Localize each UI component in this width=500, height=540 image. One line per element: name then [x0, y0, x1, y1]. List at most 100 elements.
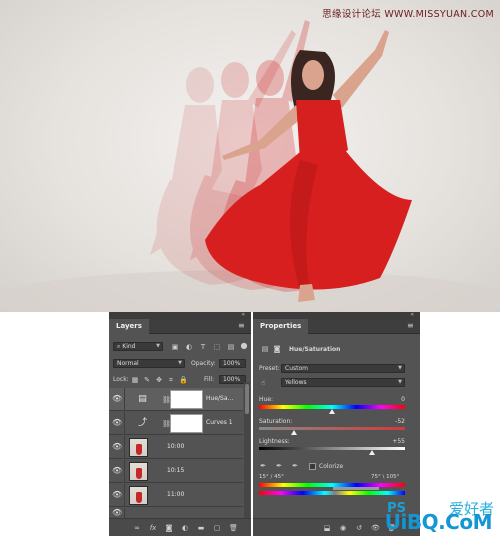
hue-label: Hue:: [259, 396, 274, 403]
photo-canvas: 思缘设计论坛 WWW.MISSYUAN.COM: [0, 0, 500, 312]
filter-adjustment-icon[interactable]: ◐: [185, 343, 193, 351]
layers-scrollbar[interactable]: [244, 382, 250, 518]
visibility-eye-icon[interactable]: 👁: [112, 509, 122, 517]
channel-select[interactable]: Yellows ▼: [281, 378, 405, 387]
scrollbar-thumb[interactable]: [245, 384, 249, 414]
adjustment-icon[interactable]: ◐: [181, 524, 189, 532]
mask-icon[interactable]: ◙: [273, 345, 281, 353]
visibility-eye-icon[interactable]: 👁: [112, 443, 122, 451]
filter-kind-value: Kind: [122, 343, 136, 350]
layer-row-photo[interactable]: 👁 10:15: [109, 460, 243, 483]
lock-all-icon[interactable]: 🔒: [179, 376, 188, 384]
fill-input[interactable]: 100%: [219, 375, 246, 384]
lock-transparent-icon[interactable]: ▦: [131, 376, 139, 384]
panel-menu-icon[interactable]: ≡: [238, 322, 246, 330]
hue-slider-knob[interactable]: [329, 409, 335, 414]
preset-select[interactable]: Custom ▼: [281, 364, 405, 373]
collapse-icon[interactable]: «: [410, 311, 414, 318]
group-icon[interactable]: ▬: [197, 524, 205, 532]
chevron-down-icon: ▼: [156, 343, 160, 349]
layer-row-partial[interactable]: 👁: [109, 508, 243, 531]
layer-name: Hue/Sa...: [206, 395, 234, 402]
blend-row: Normal ▼ Opacity: 100%: [109, 359, 251, 369]
dancer-multiple-exposure: [0, 20, 500, 312]
saturation-value[interactable]: -52: [379, 418, 405, 425]
eyedropper-plus-icon[interactable]: ✒: [275, 462, 283, 470]
lock-artboard-icon[interactable]: ⌗: [167, 376, 175, 384]
blend-mode-select[interactable]: Normal ▼: [113, 359, 185, 368]
channel-value: Yellows: [285, 379, 307, 386]
fill-value: 100%: [223, 376, 241, 383]
link-icon[interactable]: ∞: [133, 524, 141, 532]
filter-kind-select[interactable]: ⌕ Kind ▼: [113, 342, 163, 351]
layers-footer: ∞ fx ◙ ◐ ▬ ▢ 🗑: [109, 518, 251, 536]
filter-row: ⌕ Kind ▼ ▣ ◐ T ⬚ ▤ ●: [109, 342, 251, 352]
layer-row-curves[interactable]: 👁 ⤴ ⛓ Curves 1: [109, 412, 243, 435]
layer-name: 10:15: [167, 467, 185, 474]
filter-type-icon[interactable]: T: [199, 343, 207, 351]
range-right-readout: 75° \ 105°: [371, 474, 400, 480]
lightness-value[interactable]: +55: [379, 438, 405, 445]
visibility-eye-icon[interactable]: 👁: [112, 419, 122, 427]
preset-label: Preset:: [259, 365, 280, 372]
fx-icon[interactable]: fx: [149, 524, 157, 532]
divider: [124, 388, 125, 411]
layer-row-photo[interactable]: 👁 11:00: [109, 484, 243, 507]
fill-label: Fill:: [204, 376, 215, 383]
trash-icon[interactable]: 🗑: [229, 524, 238, 532]
chevron-down-icon: ▼: [398, 379, 402, 385]
color-range-bar-bottom: [259, 491, 405, 495]
panel-menu-icon[interactable]: ≡: [407, 322, 415, 330]
layer-row-photo[interactable]: 👁 10:00: [109, 436, 243, 459]
filter-smart-object-icon[interactable]: ▤: [227, 343, 235, 351]
layer-name: 11:00: [167, 491, 185, 498]
layer-name: Curves 1: [206, 419, 233, 426]
visibility-eye-icon[interactable]: 👁: [112, 467, 122, 475]
properties-tabbar: Properties ≡: [253, 319, 420, 334]
new-layer-icon[interactable]: ▢: [213, 524, 221, 532]
filter-toggle-icon[interactable]: ●: [240, 342, 248, 350]
panel-collapse-bar[interactable]: «: [253, 311, 420, 319]
lock-position-icon[interactable]: ✥: [155, 376, 163, 384]
color-range-bar-top: [259, 483, 405, 487]
adjustment-title: Hue/Saturation: [289, 346, 341, 353]
lightness-slider-knob[interactable]: [369, 450, 376, 455]
visibility-eye-icon[interactable]: 👁: [112, 395, 122, 403]
preset-value: Custom: [285, 365, 308, 372]
layer-thumbnail: [129, 462, 148, 481]
lightness-slider-track[interactable]: [259, 447, 405, 450]
clip-to-layer-icon[interactable]: ⬓: [323, 524, 331, 532]
adjustment-layer-icon[interactable]: ▤: [261, 345, 269, 353]
tab-properties[interactable]: Properties: [253, 319, 309, 334]
layer-mask-thumbnail[interactable]: [170, 390, 203, 409]
colorize-label: Colorize: [319, 463, 344, 470]
tab-layers[interactable]: Layers: [109, 319, 149, 334]
add-mask-icon[interactable]: ◙: [165, 524, 173, 532]
opacity-label: Opacity:: [191, 360, 216, 367]
visibility-eye-icon[interactable]: 👁: [112, 491, 122, 499]
opacity-input[interactable]: 100%: [219, 359, 246, 368]
saturation-slider-knob[interactable]: [291, 430, 298, 435]
lock-paint-icon[interactable]: ✎: [143, 376, 151, 384]
filter-pixel-icon[interactable]: ▣: [171, 343, 179, 351]
hue-value[interactable]: 0: [379, 396, 405, 403]
targeted-adjustment-hand-icon[interactable]: ☝: [259, 379, 267, 387]
colorize-checkbox[interactable]: [309, 463, 316, 470]
screenshot: 思缘设计论坛 WWW.MISSYUAN.COM « Layers ≡ ⌕ Kin…: [0, 0, 500, 540]
layer-thumbnail: [129, 486, 148, 505]
divider: [124, 460, 125, 483]
layer-row-hue-saturation[interactable]: 👁 ▤ ⛓ Hue/Sa...: [109, 388, 243, 411]
blend-mode-value: Normal: [117, 360, 139, 367]
collapse-icon[interactable]: «: [241, 311, 245, 318]
eyedropper-icon[interactable]: ✒: [259, 462, 267, 470]
filter-shape-icon[interactable]: ⬚: [213, 343, 221, 351]
chevron-down-icon: ▼: [398, 365, 402, 371]
watermark-brand: UiBQ.CoM: [384, 510, 493, 534]
watermark-logo: PS 爱好者 UiBQ.CoM: [334, 500, 494, 534]
divider: [124, 412, 125, 435]
saturation-slider-track[interactable]: [259, 427, 405, 430]
layer-mask-thumbnail[interactable]: [170, 414, 203, 433]
range-selector[interactable]: [333, 487, 379, 490]
panel-collapse-bar[interactable]: «: [109, 311, 251, 319]
eyedropper-minus-icon[interactable]: ✒: [291, 462, 299, 470]
